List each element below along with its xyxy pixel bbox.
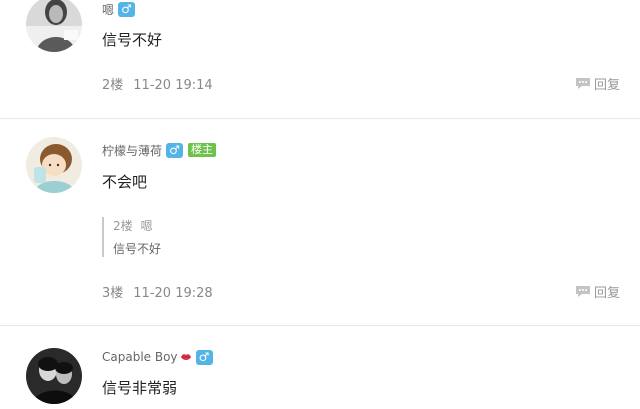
comment-text: 不会吧 <box>102 173 148 191</box>
quote-user: 嗯 <box>140 219 153 233</box>
username[interactable]: 嗯 <box>102 1 114 18</box>
comment-text: 信号不好 <box>102 31 163 49</box>
reply-button[interactable]: 回复 <box>575 74 620 93</box>
quote-header: 2楼嗯 <box>113 217 161 234</box>
avatar[interactable] <box>26 0 82 52</box>
speech-bubble-icon <box>575 286 590 297</box>
comment-text: 信号非常弱 <box>102 379 178 397</box>
comment-post: Capable Boy ♂ 信号非常弱 <box>0 326 640 409</box>
floor-number: 2楼 <box>102 78 124 93</box>
avatar[interactable] <box>26 348 82 404</box>
timestamp: 11-20 19:14 <box>133 78 213 93</box>
reply-label: 回复 <box>593 286 620 301</box>
comment-post: 柠檬与薄荷 ♂ 楼主 不会吧 2楼嗯 信号不好 3楼 11-20 19:28 回复 <box>0 119 640 325</box>
quoted-reply[interactable]: 2楼嗯 信号不好 <box>102 217 161 257</box>
timestamp: 11-20 19:28 <box>133 286 213 301</box>
comment-post: 嗯 ♂ 信号不好 2楼 11-20 19:14 回复 <box>0 0 640 118</box>
comment-meta: 2楼 11-20 19:14 <box>102 74 223 93</box>
username[interactable]: 柠檬与薄荷 <box>102 142 162 159</box>
speech-bubble-icon <box>575 78 590 89</box>
quote-floor: 2楼 <box>113 219 133 233</box>
quote-text: 信号不好 <box>113 242 162 256</box>
lips-icon <box>180 354 191 360</box>
avatar[interactable] <box>26 137 82 193</box>
male-icon: ♂ <box>195 349 213 365</box>
thread-owner-badge: 楼主 <box>188 143 217 157</box>
male-icon: ♂ <box>118 1 136 17</box>
reply-label: 回复 <box>593 78 620 93</box>
male-icon: ♂ <box>166 142 184 158</box>
username[interactable]: Capable Boy <box>102 350 178 364</box>
comment-meta: 3楼 11-20 19:28 <box>102 282 223 301</box>
reply-button[interactable]: 回复 <box>575 282 620 301</box>
floor-number: 3楼 <box>102 286 124 301</box>
